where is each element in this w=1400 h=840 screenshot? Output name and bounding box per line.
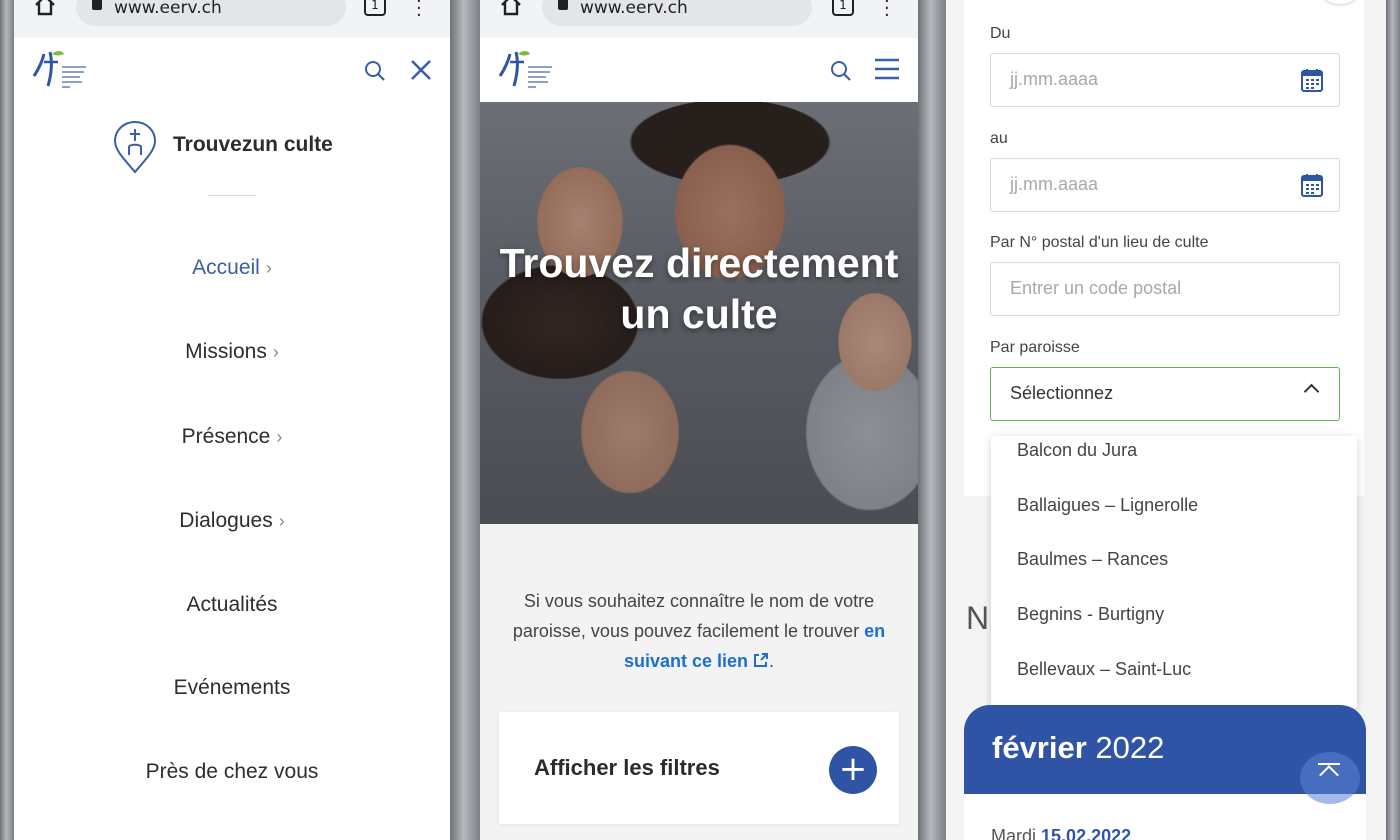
- lock-icon: [92, 0, 102, 10]
- menu-item-label: Actualités: [186, 593, 278, 616]
- hero-title: Trouvez directement un culte: [499, 240, 899, 337]
- parish-option[interactable]: Ballaigues – Lignerolle: [1017, 495, 1198, 516]
- phone-filter-screen: Du jj.mm.aaaa au jj.mm.aaaa Par N° posta…: [946, 0, 1386, 840]
- month-name: février: [992, 730, 1087, 765]
- phone-menu-screen: www.eerv.ch 1 · · · Trouvezun culte Accuei…: [14, 0, 450, 840]
- to-date-field[interactable]: jj.mm.aaaa: [990, 158, 1340, 212]
- collapse-filters-button[interactable]: [1320, 0, 1360, 4]
- service-date: 15.02.2022: [1041, 826, 1132, 840]
- eerv-logo[interactable]: [496, 48, 558, 92]
- month-year: 2022: [1095, 730, 1165, 765]
- address-bar[interactable]: www.eerv.ch: [76, 0, 346, 26]
- find-service-link[interactable]: Trouvezun culte: [14, 116, 450, 176]
- parish-label: Par paroisse: [990, 339, 1080, 356]
- phone-landing-screen: www.eerv.ch 1 · · · Trouvez directement un…: [480, 0, 918, 840]
- postal-code-input[interactable]: Entrer un code postal: [990, 262, 1340, 316]
- search-icon[interactable]: [364, 60, 386, 82]
- menu-item-label: Présence: [181, 425, 271, 448]
- postal-code-label: Par N° postal d'un lieu de culte: [990, 234, 1209, 251]
- parish-dropdown-list: Balcon du Jura Ballaigues – Lignerolle B…: [991, 436, 1357, 708]
- chevron-right-icon: ›: [265, 258, 272, 278]
- tab-count-button[interactable]: 1: [364, 0, 386, 16]
- site-header: [480, 38, 918, 102]
- service-day-card: Mardi 15.02.2022: [964, 794, 1366, 840]
- intro-text-end: .: [769, 651, 775, 671]
- calendar-icon[interactable]: [1301, 173, 1323, 197]
- menu-item-accueil[interactable]: Accueil ›: [14, 256, 450, 280]
- chevron-right-icon: ›: [278, 511, 285, 531]
- postal-code-placeholder: Entrer un code postal: [1010, 278, 1182, 298]
- lock-icon: [558, 0, 568, 10]
- parish-select[interactable]: Sélectionnez: [990, 367, 1340, 421]
- address-bar[interactable]: www.eerv.ch: [542, 0, 812, 26]
- show-filters-panel[interactable]: Afficher les filtres +: [499, 712, 899, 824]
- menu-item-label: Missions: [185, 340, 267, 363]
- menu-item-actualites[interactable]: Actualités: [14, 593, 450, 617]
- find-service-title: Trouvezun culte: [173, 133, 333, 156]
- browser-menu-icon[interactable]: · · ·: [416, 0, 422, 25]
- external-link-icon: [754, 653, 769, 667]
- to-date-placeholder: jj.mm.aaaa: [1010, 174, 1099, 194]
- menu-item-label: Accueil: [192, 256, 260, 279]
- hamburger-menu-icon[interactable]: [874, 58, 900, 80]
- menu-item-label: Dialogues: [179, 509, 273, 532]
- back-to-top-button[interactable]: [1300, 752, 1360, 804]
- service-weekday: Mardi: [991, 826, 1037, 840]
- parish-option[interactable]: Bellevaux – Saint-Luc: [1017, 659, 1191, 680]
- calendar-icon[interactable]: [1301, 68, 1323, 92]
- chevron-up-icon: [1303, 383, 1320, 400]
- search-icon[interactable]: [830, 60, 852, 82]
- show-filters-label: Afficher les filtres: [534, 755, 720, 780]
- month-title: février 2022: [992, 730, 1164, 766]
- from-date-placeholder: jj.mm.aaaa: [1010, 69, 1099, 89]
- browser-toolbar: www.eerv.ch 1 · · ·: [480, 0, 918, 38]
- parish-option[interactable]: Begnins - Burtigny: [1017, 604, 1164, 625]
- home-icon[interactable]: [498, 0, 524, 18]
- parish-option[interactable]: Balcon du Jura: [1017, 440, 1137, 461]
- menu-item-label: Près de chez vous: [145, 760, 319, 783]
- browser-menu-icon[interactable]: · · ·: [884, 0, 890, 25]
- from-date-label: Du: [990, 25, 1011, 42]
- chevron-right-icon: ›: [272, 342, 279, 362]
- section-heading-partial: N: [966, 600, 990, 636]
- eerv-logo[interactable]: [30, 48, 92, 92]
- menu-item-evenements[interactable]: Evénements: [14, 676, 450, 700]
- url-text: www.eerv.ch: [580, 0, 688, 18]
- parish-option[interactable]: Baulmes – Rances: [1017, 549, 1168, 570]
- site-header: [14, 38, 450, 102]
- chevron-right-icon: ›: [276, 427, 283, 447]
- to-date-label: au: [990, 130, 1008, 147]
- church-pin-icon: [113, 120, 157, 174]
- menu-item-presence[interactable]: Présence ›: [14, 425, 450, 449]
- from-date-field[interactable]: jj.mm.aaaa: [990, 53, 1340, 107]
- close-icon[interactable]: [410, 59, 432, 81]
- hero-banner: Trouvez directement un culte: [480, 102, 918, 524]
- home-icon[interactable]: [32, 0, 58, 18]
- intro-text: Si vous souhaitez connaître le nom de vo…: [494, 586, 904, 676]
- divider: [208, 195, 256, 196]
- tab-count-button[interactable]: 1: [832, 0, 854, 16]
- browser-toolbar: www.eerv.ch 1 · · ·: [14, 0, 450, 38]
- menu-item-label: Evénements: [173, 676, 291, 699]
- url-text: www.eerv.ch: [114, 0, 222, 18]
- menu-item-pres-de-chez-vous[interactable]: Près de chez vous: [14, 760, 450, 784]
- service-day: Mardi 15.02.2022: [991, 826, 1131, 840]
- parish-select-value: Sélectionnez: [1010, 383, 1114, 403]
- arrow-up-icon: [1318, 763, 1340, 765]
- menu-item-missions[interactable]: Missions ›: [14, 340, 450, 364]
- plus-icon[interactable]: +: [829, 746, 877, 794]
- intro-text-body: Si vous souhaitez connaître le nom de vo…: [512, 591, 875, 641]
- menu-item-dialogues[interactable]: Dialogues ›: [14, 509, 450, 533]
